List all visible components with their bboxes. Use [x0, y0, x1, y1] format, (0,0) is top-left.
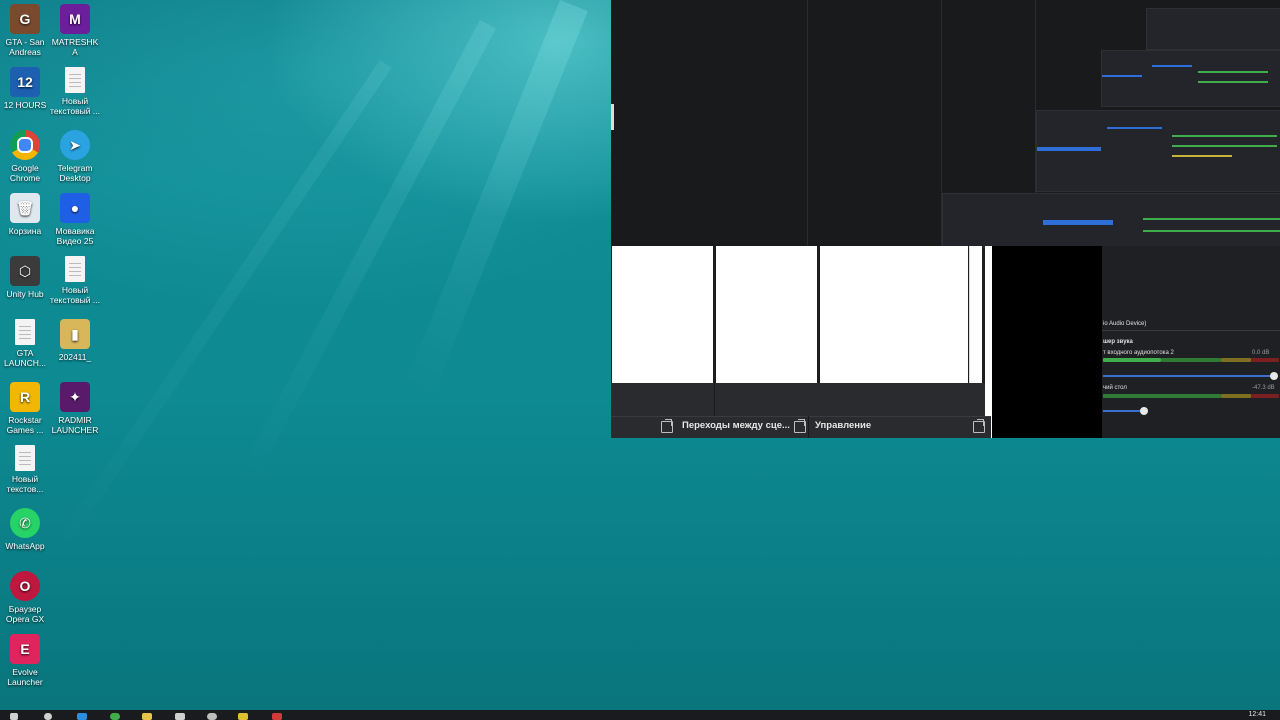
desktop-icon-movavi[interactable]: ● Мовавика Видео 25 [50, 193, 100, 246]
desktop-icon-label: 202411_ [58, 352, 92, 362]
desktop-icon-file[interactable]: GTA LAUNCH... [0, 319, 50, 368]
nested-capture-2 [1036, 110, 1280, 192]
rockstar-icon: R [10, 382, 40, 412]
desktop-icon-whatsapp[interactable]: ✆ WhatsApp [0, 508, 50, 551]
obs-preview-area [611, 0, 1280, 248]
scenes-pane[interactable] [612, 246, 713, 383]
desktop-icon-label: 12 HOURS [3, 100, 47, 110]
desktop-icon-label: Rockstar Games ... [6, 415, 44, 435]
obs-window[interactable]: io Audio Device) шер звука т входного ау… [611, 0, 1280, 438]
folder-icon[interactable] [142, 713, 152, 720]
desktop-icon-label: Unity Hub [6, 289, 44, 299]
desktop-icon-telegram[interactable]: ➤ Telegram Desktop [50, 130, 100, 183]
opera-gx-icon: O [10, 571, 40, 601]
mixer-track-2: чий стол [1103, 385, 1127, 391]
mixer-pane[interactable] [820, 246, 968, 383]
desktop-icon-label: Evolve Launcher [7, 667, 43, 687]
desktop-icon-text-file[interactable]: Новый текстовый ... [50, 67, 100, 116]
mixer-db-1: 0.0 dB [1252, 350, 1270, 356]
search-icon[interactable] [44, 713, 52, 720]
text-file-icon [15, 445, 35, 471]
desktop-icon-label: Новый текстовый ... [50, 96, 100, 116]
obs-black-preview [992, 246, 1102, 438]
desktop-icon-label: Google Chrome [9, 163, 41, 183]
undock-icon[interactable] [794, 419, 806, 433]
nested-capture-3 [942, 193, 1280, 248]
desktop-icon-label: Мовавика Видео 25 [55, 226, 95, 246]
whatsapp-icon: ✆ [10, 508, 40, 538]
chrome-icon [10, 130, 40, 160]
desktop-icon-evolve[interactable]: E Evolve Launcher [0, 634, 50, 687]
mixer-track-1: т входного аудиопотока 2 [1103, 350, 1174, 356]
desktop-icon-archive[interactable]: ▮ 202411_ [50, 319, 100, 362]
matreshka-icon: M [60, 4, 90, 34]
taskbar [0, 710, 1280, 720]
file-icon [15, 319, 35, 345]
movavi-icon: ● [60, 193, 90, 223]
mixer-title: шер звука [1103, 339, 1133, 345]
desktop-icon-gta-sa[interactable]: G GTA - San Andreas [0, 4, 50, 57]
desktop-icon-recycle-bin[interactable]: 🗑 Корзина [0, 193, 50, 236]
desktop-icon-label: Telegram Desktop [57, 163, 93, 183]
archive-icon: ▮ [60, 319, 90, 349]
desktop-icon-unity-hub[interactable]: ⬡ Unity Hub [0, 256, 50, 299]
desktop-icon-label: Новый текстовый ... [50, 285, 100, 305]
desktop-icon-text-file[interactable]: Новый текстовый ... [50, 256, 100, 305]
taskbar-clock[interactable]: 12:41 [1248, 711, 1266, 718]
desktop-icon-label: GTA LAUNCH... [3, 348, 47, 368]
gta-sa-icon: G [10, 4, 40, 34]
mixer-device-label: io Audio Device) [1103, 321, 1147, 327]
nested-capture-small [1146, 8, 1280, 50]
desktop-icon-radmir[interactable]: ✦ RADMIR LAUNCHER [50, 382, 100, 435]
desktop-icon-label: WhatsApp [5, 541, 45, 551]
desktop-icon-12-hours[interactable]: 12 12 HOURS [0, 67, 50, 110]
sources-pane[interactable] [716, 246, 817, 383]
recycle-bin-icon: 🗑 [10, 193, 40, 223]
desktop-icon-label: GTA - San Andreas [5, 37, 45, 57]
radmir-icon: ✦ [60, 382, 90, 412]
taskbar-app-icon[interactable] [238, 713, 248, 720]
start-icon[interactable] [10, 713, 18, 720]
unity-hub-icon[interactable] [175, 713, 185, 720]
desktop-icon-label: Новый текстов... [6, 474, 44, 494]
desktop-icon-rockstar[interactable]: R Rockstar Games ... [0, 382, 50, 435]
dock-transitions-title: Переходы между сце... [682, 420, 790, 431]
desktop-icon-label: Корзина [8, 226, 42, 236]
audio-mixer-region: io Audio Device) шер звука т входного ау… [1102, 246, 1280, 438]
12-hours-icon: 12 [10, 67, 40, 97]
desktop-icon-chrome[interactable]: Google Chrome [0, 130, 50, 183]
taskbar-app-icon[interactable] [272, 713, 282, 720]
desktop-icon-matreshka[interactable]: M MATRESHKA [50, 4, 100, 57]
desktop-icon-label: RADMIR LAUNCHER [51, 415, 99, 435]
desktop-icon-label: MATRESHKA [51, 37, 99, 57]
dock-controls-title: Управление [815, 420, 872, 431]
undock-icon[interactable] [661, 419, 673, 433]
taskbar-app-icon[interactable] [77, 713, 87, 720]
chrome-icon[interactable] [110, 713, 120, 720]
text-file-icon [65, 67, 85, 93]
obs-icon[interactable] [207, 713, 217, 720]
telegram-icon: ➤ [60, 130, 90, 160]
mixer-meter-1 [1103, 358, 1161, 362]
evolve-icon: E [10, 634, 40, 664]
undock-icon[interactable] [973, 419, 985, 433]
desktop-icon-opera-gx[interactable]: O Браузер Opera GX [0, 571, 50, 624]
unity-hub-icon: ⬡ [10, 256, 40, 286]
desktop-icon-label: Браузер Opera GX [5, 604, 45, 624]
desktop-icon-text-file[interactable]: Новый текстов... [0, 445, 50, 494]
mixer-db-2: -47.3 dB [1252, 385, 1275, 391]
nested-capture-1 [1101, 50, 1280, 107]
text-file-icon [65, 256, 85, 282]
